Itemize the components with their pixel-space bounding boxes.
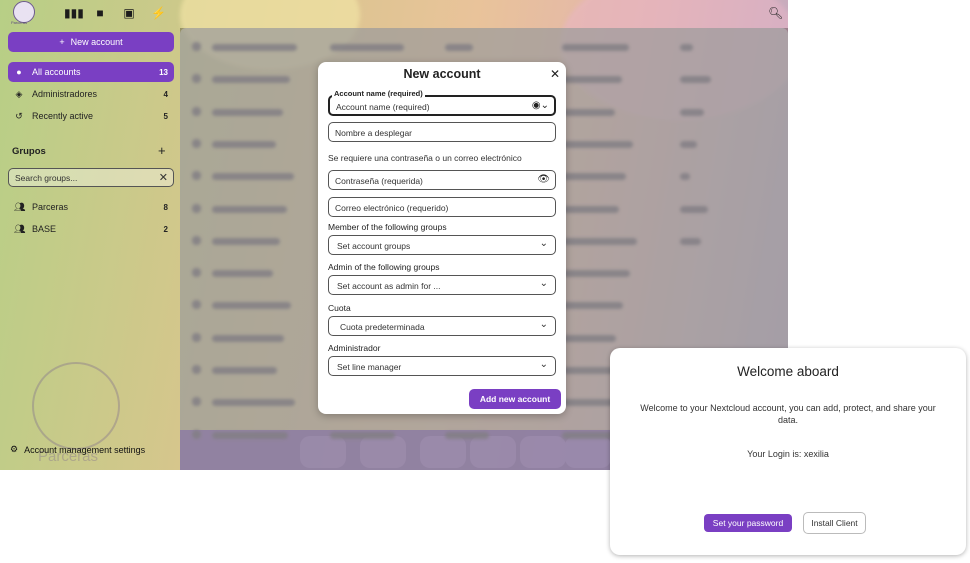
sidebar-item-label: All accounts xyxy=(32,67,81,77)
password-placeholder: Contraseña (requerida) xyxy=(335,176,423,186)
password-hint: Se requiere una contraseña o un correo e… xyxy=(328,153,522,163)
email-placeholder: Correo electrónico (requerido) xyxy=(335,203,449,213)
sidebar-item-count: 4 xyxy=(163,89,168,99)
groups-search-placeholder: Search groups... xyxy=(15,173,78,183)
account-settings-button[interactable]: ⚙ Account management settings xyxy=(10,444,145,455)
brand-logo-watermark xyxy=(32,362,120,450)
manager-value: Set line manager xyxy=(337,362,402,372)
dashboard-icon[interactable]: ▮▮▮ xyxy=(64,6,84,20)
chevron-down-icon: ⌄ xyxy=(539,278,548,289)
sidebar-item-administradores[interactable]: ◈ Administradores 4 xyxy=(8,84,174,104)
files-icon[interactable]: ■ xyxy=(93,6,107,20)
sidebar-item-all-accounts[interactable]: ● All accounts 13 xyxy=(8,62,174,82)
sidebar-item-count: 13 xyxy=(159,67,168,77)
password-field[interactable]: Contraseña (requerida) 👁︎ xyxy=(328,170,556,190)
gear-icon: ⚙ xyxy=(10,444,19,454)
top-bar: Parceras ▮▮▮ ■ ▣ ⚡ 🔍︎ xyxy=(0,0,788,28)
group-icon: 👥︎ xyxy=(14,201,26,212)
close-icon[interactable]: ✕ xyxy=(550,67,560,81)
login-info: Your Login is: xexilia xyxy=(747,449,829,459)
account-settings-label: Account management settings xyxy=(24,444,146,455)
search-icon[interactable]: 🔍︎ xyxy=(768,6,783,20)
new-account-button[interactable]: + New account xyxy=(8,32,174,52)
sidebar-item-count: 5 xyxy=(163,111,168,121)
account-name-placeholder: Account name (required) xyxy=(336,102,430,112)
groups-search-input[interactable]: Search groups... ✕ xyxy=(8,168,174,187)
add-new-account-button[interactable]: Add new account xyxy=(469,389,561,409)
member-groups-select[interactable]: Set account groups ⌄ xyxy=(328,235,556,255)
display-name-placeholder: Nombre a desplegar xyxy=(335,128,413,138)
user-icon: ● xyxy=(16,67,22,77)
chevron-down-icon: ⌄ xyxy=(539,319,548,330)
dialog-title: New account xyxy=(403,67,481,81)
groups-title: Grupos xyxy=(12,146,46,157)
welcome-text: Welcome to your Nextcloud account, you c… xyxy=(640,403,936,425)
shield-icon: ◈ xyxy=(15,88,23,99)
sidebar-item-count: 2 xyxy=(163,224,168,234)
chevron-down-icon: ⌄ xyxy=(539,359,548,370)
email-field[interactable]: Correo electrónico (requerido) xyxy=(328,197,556,217)
sidebar-item-label: Parceras xyxy=(32,202,69,212)
sidebar-group-parceras[interactable]: 👥︎ Parceras 8 xyxy=(8,197,174,217)
history-icon: ↺ xyxy=(15,110,23,121)
welcome-card: Welcome aboard Welcome to your Nextcloud… xyxy=(610,348,966,555)
group-icon: 👥︎ xyxy=(14,223,26,234)
manager-label: Administrador xyxy=(328,343,381,353)
quota-value: Cuota predeterminada xyxy=(340,322,425,332)
member-groups-label: Member of the following groups xyxy=(328,222,447,232)
chevron-down-icon: ⌄ xyxy=(539,238,548,249)
account-name-field[interactable]: Account name (required) ◉⌄ xyxy=(328,95,556,116)
display-name-field[interactable]: Nombre a desplegar xyxy=(328,122,556,142)
clear-icon[interactable]: ✕ xyxy=(159,171,168,184)
sidebar-group-base[interactable]: 👥︎ BASE 2 xyxy=(8,219,174,239)
sidebar-item-label: BASE xyxy=(32,224,57,234)
sidebar-item-label: Administradores xyxy=(32,89,98,99)
member-groups-value: Set account groups xyxy=(337,241,411,251)
eye-icon[interactable]: 👁︎ xyxy=(537,174,550,185)
sidebar-item-label: Recently active xyxy=(32,111,94,121)
activity-icon[interactable]: ⚡ xyxy=(151,6,166,20)
add-group-icon[interactable]: + xyxy=(158,143,166,158)
sidebar: + New account ● All accounts 13 ◈ Admini… xyxy=(0,28,180,470)
admin-groups-label: Admin of the following groups xyxy=(328,262,440,272)
quota-select[interactable]: Cuota predeterminada ⌄ xyxy=(328,316,556,336)
logo-text: Parceras xyxy=(11,20,28,25)
sidebar-item-count: 8 xyxy=(163,202,168,212)
new-account-dialog: New account ✕ Account name (required) ◉⌄… xyxy=(318,62,566,414)
welcome-title: Welcome aboard xyxy=(737,364,839,379)
account-name-legend: Account name (required) xyxy=(332,89,425,98)
admin-groups-select[interactable]: Set account as admin for ... ⌄ xyxy=(328,275,556,295)
account-type-icon[interactable]: ◉⌄ xyxy=(532,100,549,111)
admin-groups-value: Set account as admin for ... xyxy=(337,281,441,291)
sidebar-item-recently-active[interactable]: ↺ Recently active 5 xyxy=(8,106,174,126)
photos-icon[interactable]: ▣ xyxy=(122,6,136,20)
plus-icon: + xyxy=(59,37,65,47)
new-account-label: New account xyxy=(70,37,123,47)
manager-select[interactable]: Set line manager ⌄ xyxy=(328,356,556,376)
set-password-button[interactable]: Set your password xyxy=(704,514,792,532)
quota-label: Cuota xyxy=(328,303,351,313)
install-client-button[interactable]: Install Client xyxy=(803,512,866,534)
